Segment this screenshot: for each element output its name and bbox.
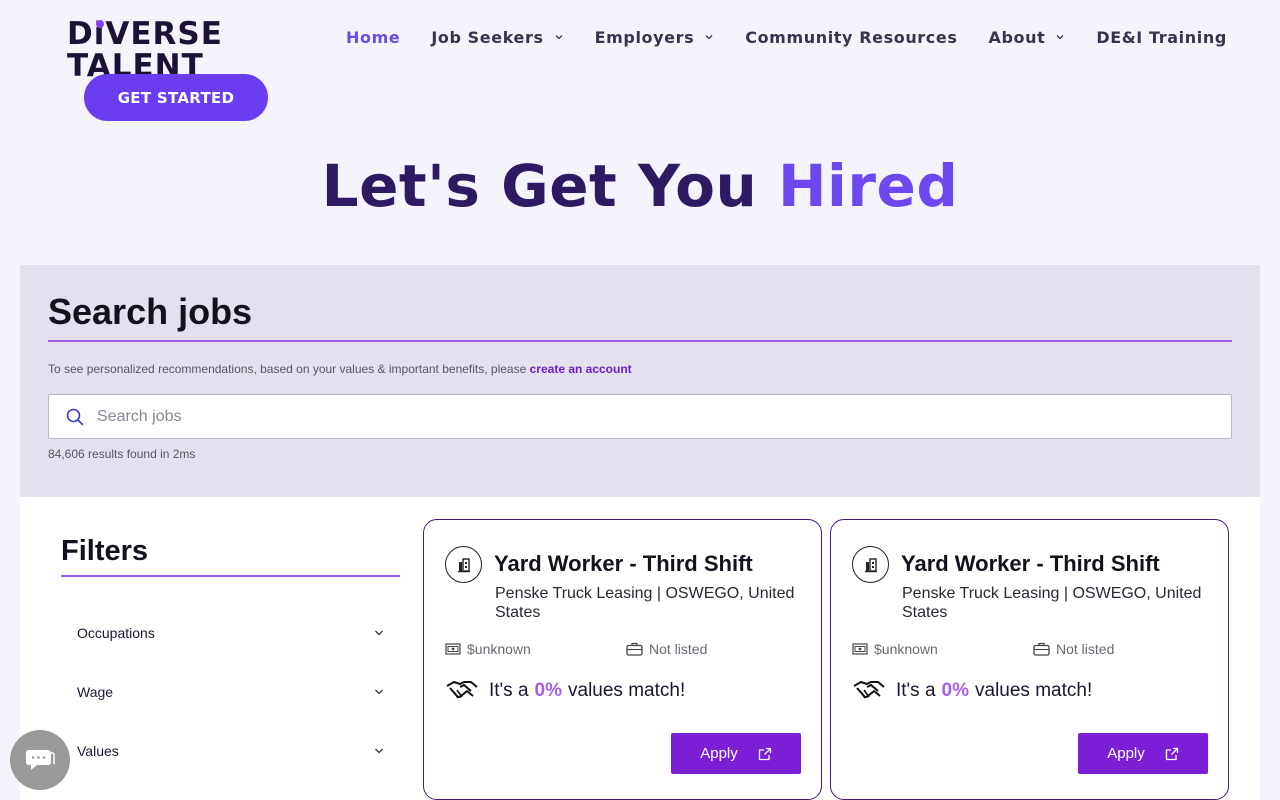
handshake-icon (446, 681, 478, 699)
values-match: It's a 0% values match! (445, 679, 685, 703)
chevron-down-icon (375, 689, 383, 695)
logo-line-1: DiVERSE (67, 18, 223, 52)
search-title: Search jobs (48, 291, 253, 332)
job-type: Not listed (626, 641, 707, 657)
logo-dot-i: i (93, 18, 106, 52)
job-company: Penske Truck Leasing | OSWEGO, United St… (902, 585, 1202, 621)
search-panel: Search jobs To see personalized recommen… (20, 265, 1260, 497)
job-card[interactable]: Yard Worker - Third Shift Penske Truck L… (830, 519, 1229, 800)
nav-home[interactable]: Home (346, 26, 400, 48)
create-account-link[interactable]: create an account (530, 362, 632, 376)
chevron-down-icon (375, 630, 383, 636)
handshake-icon (853, 681, 885, 699)
chevron-down-icon (555, 35, 563, 40)
chat-icon (26, 750, 55, 770)
divider (61, 575, 400, 577)
nav-job-seekers[interactable]: Job Seekers (431, 26, 563, 48)
search-input[interactable] (97, 407, 1197, 426)
hero-accent: Hired (777, 152, 959, 220)
briefcase-icon (1033, 642, 1050, 656)
match-percent: 0% (534, 680, 562, 701)
money-icon (852, 643, 868, 655)
job-wage: $unknown (445, 641, 531, 657)
external-link-icon (1165, 747, 1178, 760)
job-card[interactable]: Yard Worker - Third Shift Penske Truck L… (423, 519, 822, 800)
results-area: Filters Occupations Wage Values Yard Wor… (20, 497, 1260, 800)
search-box[interactable] (48, 394, 1232, 439)
building-icon (445, 546, 482, 583)
site-logo[interactable]: DiVERSE TALENT (67, 18, 227, 80)
filter-occupations[interactable]: Occupations (77, 622, 385, 644)
job-company: Penske Truck Leasing | OSWEGO, United St… (495, 585, 795, 621)
external-link-icon (758, 747, 771, 760)
apply-button[interactable]: Apply (671, 733, 801, 774)
nav-employers[interactable]: Employers (595, 26, 715, 48)
chevron-down-icon (705, 35, 713, 40)
job-wage: $unknown (852, 641, 938, 657)
nav-dei-training[interactable]: DE&I Training (1096, 26, 1227, 48)
divider (48, 340, 1232, 342)
filters-title: Filters (61, 535, 149, 567)
nav-community-resources[interactable]: Community Resources (745, 26, 957, 48)
hero-heading: Let's Get You Hired (321, 152, 959, 220)
get-started-button[interactable]: GET STARTED (84, 74, 268, 121)
nav-about[interactable]: About (988, 26, 1065, 48)
chevron-down-icon (1056, 35, 1064, 40)
apply-button[interactable]: Apply (1078, 733, 1208, 774)
main-nav: Home Job Seekers Employers Community Res… (346, 26, 1258, 48)
job-title[interactable]: Yard Worker - Third Shift (901, 551, 1160, 577)
match-percent: 0% (941, 680, 969, 701)
briefcase-icon (626, 642, 643, 656)
money-icon (445, 643, 461, 655)
job-type: Not listed (1033, 641, 1114, 657)
job-title[interactable]: Yard Worker - Third Shift (494, 551, 753, 577)
search-icon (66, 408, 84, 425)
chat-widget-button[interactable] (10, 730, 70, 790)
filter-values[interactable]: Values (77, 740, 385, 762)
results-count: 84,606 results found in 2ms (48, 447, 196, 461)
building-icon (852, 546, 889, 583)
personalization-note: To see personalized recommendations, bas… (48, 362, 632, 376)
chevron-down-icon (375, 748, 383, 754)
values-match: It's a 0% values match! (852, 679, 1092, 703)
filter-wage[interactable]: Wage (77, 681, 385, 703)
